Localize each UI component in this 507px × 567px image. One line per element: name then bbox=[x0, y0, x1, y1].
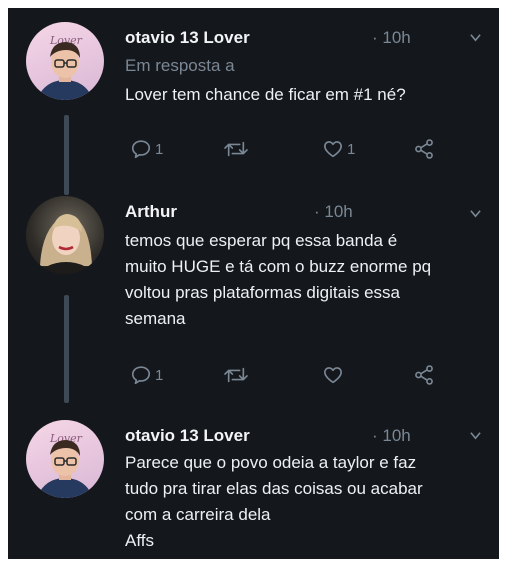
tweet-text-line: semana bbox=[125, 309, 186, 328]
tweet-text: Parece que o povo odeia a taylor e faz t… bbox=[125, 450, 487, 554]
tweet-text-line: tudo pra tirar elas das coisas ou acabar bbox=[125, 479, 423, 498]
in-reply-to-label[interactable]: Em resposta a bbox=[125, 56, 235, 76]
timestamp[interactable]: · 10h bbox=[314, 202, 353, 222]
reply-button[interactable]: 1 bbox=[130, 136, 163, 162]
retweet-icon bbox=[224, 367, 248, 383]
reply-icon bbox=[131, 140, 151, 159]
avatar[interactable] bbox=[26, 196, 104, 274]
author-name[interactable]: Arthur bbox=[125, 202, 177, 222]
like-button[interactable] bbox=[322, 362, 344, 388]
avatar-portrait bbox=[38, 42, 92, 100]
avatar-portrait bbox=[40, 214, 92, 274]
reply-button[interactable]: 1 bbox=[130, 362, 163, 388]
tweet-actions: 1 bbox=[8, 362, 499, 388]
tweet-text-line: Affs bbox=[125, 531, 154, 550]
heart-icon bbox=[324, 141, 342, 158]
tweet-text: Lover tem chance de ficar em #1 né? bbox=[125, 85, 406, 104]
author-name[interactable]: otavio 13 Lover bbox=[125, 28, 250, 48]
retweet-button[interactable] bbox=[223, 136, 249, 162]
tweet-actions: 1 1 bbox=[8, 136, 499, 162]
author-name[interactable]: otavio 13 Lover bbox=[125, 426, 250, 446]
share-icon bbox=[415, 365, 433, 385]
tweet[interactable]: Lover otavio 13 Lover · 10h Parece que o… bbox=[8, 408, 499, 559]
tweet-text: temos que esperar pq essa banda é muito … bbox=[125, 228, 487, 332]
reply-icon bbox=[131, 366, 151, 385]
chevron-down-icon[interactable] bbox=[470, 208, 481, 219]
reply-count: 1 bbox=[155, 366, 164, 384]
timestamp[interactable]: · 10h bbox=[372, 28, 411, 48]
like-button[interactable]: 1 bbox=[322, 136, 355, 162]
heart-icon bbox=[324, 367, 342, 384]
like-count: 1 bbox=[347, 140, 356, 158]
retweet-button[interactable] bbox=[223, 362, 249, 388]
avatar[interactable]: Lover bbox=[26, 420, 104, 498]
tweet-text-line: temos que esperar pq essa banda é bbox=[125, 231, 398, 250]
tweet[interactable]: Arthur · 10h temos que esperar pq essa b… bbox=[8, 188, 499, 408]
retweet-icon bbox=[224, 141, 248, 157]
avatar-portrait bbox=[38, 440, 92, 498]
tweet-text-line: voltou pras plataformas digitais essa bbox=[125, 283, 400, 302]
avatar[interactable]: Lover bbox=[26, 22, 104, 100]
thread-view: Lover otavio 13 Lover · 10h Em resposta … bbox=[8, 8, 499, 559]
tweet-text-line: muito HUGE e tá com o buzz enorme pq bbox=[125, 257, 432, 276]
tweet[interactable]: Lover otavio 13 Lover · 10h Em resposta … bbox=[8, 8, 499, 188]
tweet-text-line: com a carreira dela bbox=[125, 505, 271, 524]
share-button[interactable] bbox=[412, 136, 436, 162]
tweet-text-line: Parece que o povo odeia a taylor e faz bbox=[125, 453, 417, 472]
reply-count: 1 bbox=[155, 140, 164, 158]
share-icon bbox=[415, 139, 433, 159]
chevron-down-icon[interactable] bbox=[470, 430, 481, 441]
timestamp[interactable]: · 10h bbox=[372, 426, 411, 446]
share-button[interactable] bbox=[412, 362, 436, 388]
chevron-down-icon[interactable] bbox=[470, 32, 481, 43]
